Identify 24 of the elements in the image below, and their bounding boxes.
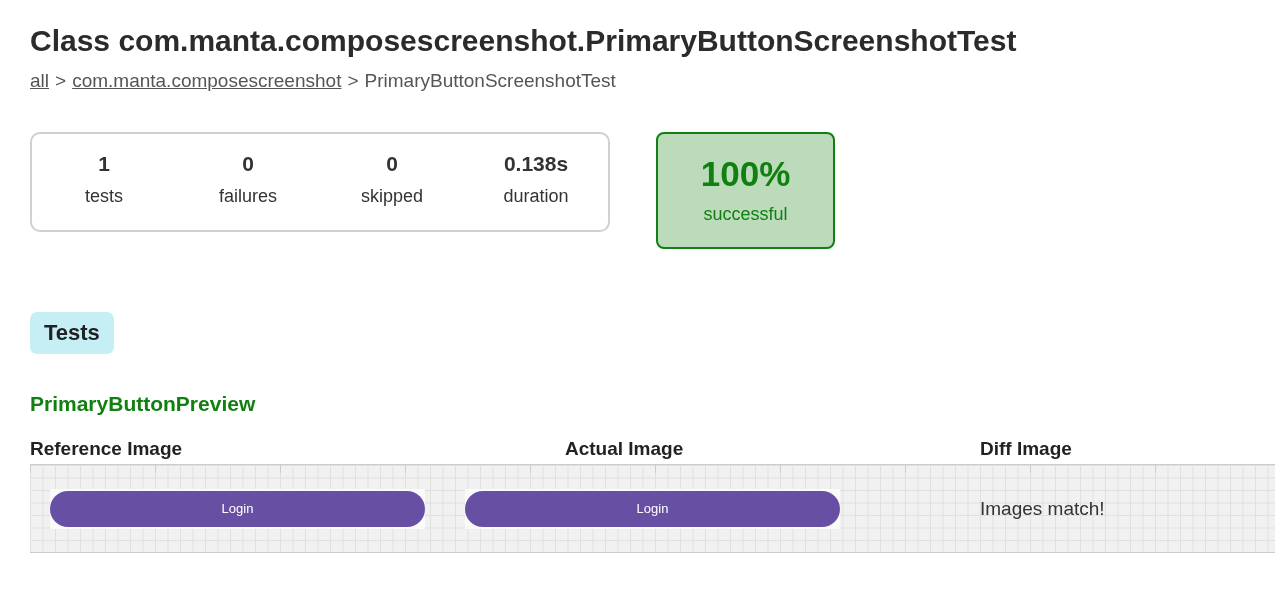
breadcrumb-link[interactable]: all	[30, 70, 49, 92]
breadcrumb-separator: >	[55, 70, 67, 92]
pill-preview: Login	[50, 490, 425, 527]
stat-label: tests	[85, 186, 123, 207]
success-label: successful	[703, 204, 788, 225]
pill-preview: Login	[465, 490, 840, 527]
column-header: Actual Image	[565, 438, 684, 460]
breadcrumb-link[interactable]: com.manta.composescreenshot	[72, 70, 342, 92]
success-rate: 100%	[700, 154, 791, 194]
tests-tab[interactable]: Tests	[30, 312, 114, 354]
stat-value: 0	[242, 152, 254, 176]
stat-value: 0	[386, 152, 398, 176]
test-name: PrimaryButtonPreview	[30, 392, 257, 416]
breadcrumb-separator: >	[347, 70, 359, 92]
stat-label: duration	[503, 186, 569, 207]
diff-result: Images match!	[980, 497, 1105, 520]
stat-label: failures	[219, 186, 277, 207]
breadcrumb-current: PrimaryButtonScreenshotTest	[364, 70, 616, 92]
column-header: Reference Image	[30, 438, 183, 460]
page-title: Class com.manta.composescreenshot.PrimaryButtonScreenshotTest	[30, 24, 1017, 58]
stat-value: 0.138s	[503, 152, 569, 176]
stat-label: skipped	[360, 186, 423, 207]
column-header: Diff Image	[980, 438, 1072, 460]
stat-value: 1	[98, 152, 110, 176]
